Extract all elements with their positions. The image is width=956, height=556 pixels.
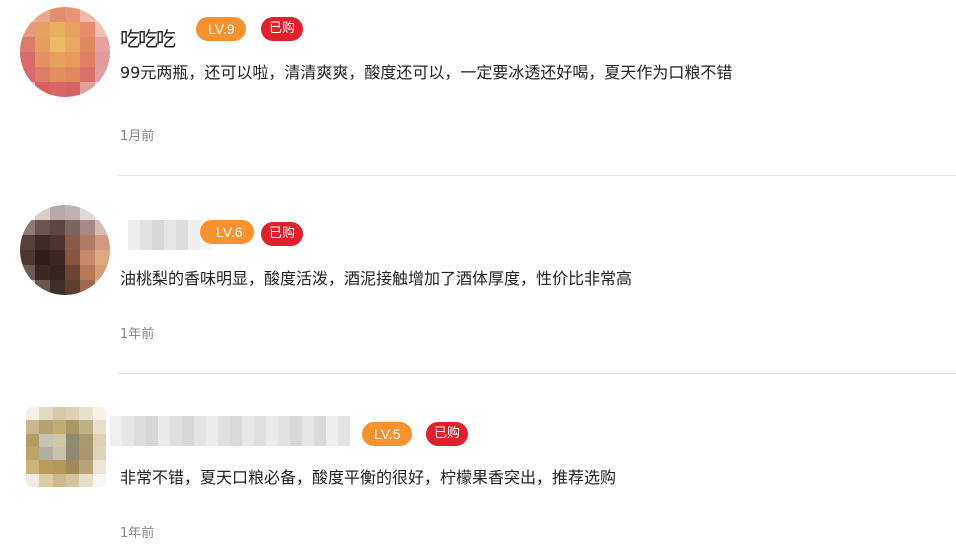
- review-item: LV.6 已购 油桃梨的香味明显，酸度活泼，酒泥接触增加了酒体厚度，性价比非常高…: [0, 198, 956, 374]
- purchased-badge: 已购: [426, 422, 469, 446]
- level-badge: LV.6: [200, 220, 255, 244]
- review-time: 1月前: [120, 129, 155, 144]
- username-blurred[interactable]: [110, 416, 350, 446]
- review-content: 油桃梨的香味明显，酸度活泼，酒泥接触增加了酒体厚度，性价比非常高: [120, 269, 633, 288]
- review-time: 1年前: [120, 526, 155, 541]
- purchased-badge: 已购: [261, 17, 304, 41]
- review-time: 1年前: [120, 327, 155, 342]
- username[interactable]: 吃吃吃: [120, 23, 176, 52]
- level-badge: LV.9: [196, 17, 247, 41]
- level-badge: LV.5: [362, 422, 413, 446]
- divider: [118, 373, 956, 374]
- purchased-badge: 已购: [261, 222, 304, 246]
- review-item: LV.5 已购 非常不错，夏天口粮必备，酸度平衡的很好，柠檬果香突出，推荐选购 …: [0, 398, 956, 556]
- review-content: 99元两瓶，还可以啦，清清爽爽，酸度还可以，一定要冰透还好喝，夏天作为口粮不错: [120, 63, 733, 82]
- review-content: 非常不错，夏天口粮必备，酸度平衡的很好，柠檬果香突出，推荐选购: [120, 468, 617, 487]
- username-blurred[interactable]: [120, 220, 212, 250]
- avatar[interactable]: [26, 407, 106, 487]
- avatar[interactable]: [20, 205, 110, 295]
- review-item: 吃吃吃 LV.9 已购 99元两瓶，还可以啦，清清爽爽，酸度还可以，一定要冰透还…: [0, 0, 956, 176]
- divider: [118, 175, 956, 176]
- avatar[interactable]: [20, 7, 110, 97]
